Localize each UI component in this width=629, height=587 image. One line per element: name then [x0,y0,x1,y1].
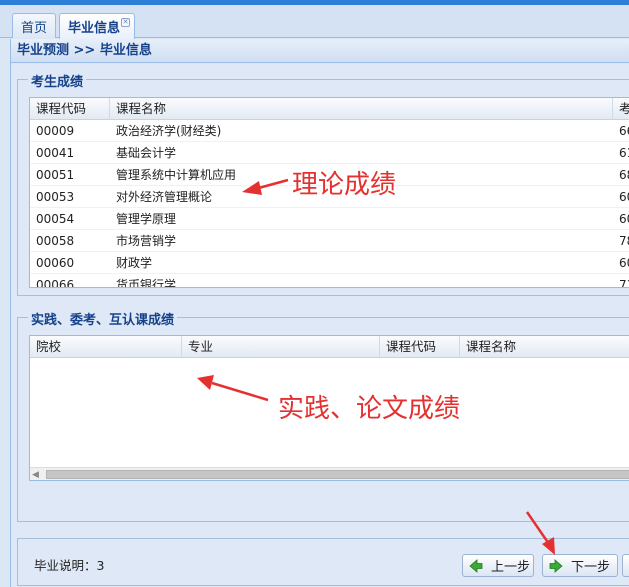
graduation-note: 毕业说明：3 [34,558,105,573]
tab-home-label: 首页 [20,20,47,36]
cell-course-code: 00053 [36,190,75,204]
cell-score: 73 [619,278,629,288]
cell-course-code: 00041 [36,146,75,160]
tab-home[interactable]: 首页 [12,13,56,38]
column-header-major[interactable]: 专业 [182,336,380,358]
column-header-school[interactable]: 院校 [30,336,182,358]
cell-score: 60 [619,190,629,204]
main-panel: 毕业预测 >> 毕业信息 考生成绩 课程代码 课程名称 考分 00009 政治经济… [10,39,629,587]
cell-course-code: 00060 [36,256,75,270]
breadcrumb: 毕业预测 >> 毕业信息 [11,39,629,63]
prev-step-label: 上一步 [491,560,531,575]
cell-score: 78 [619,234,629,248]
cell-score: 61 [619,146,629,160]
table-row[interactable]: 00009 政治经济学(财经类) 66 [30,120,629,142]
cell-course-code: 00051 [36,168,75,182]
table-row[interactable]: 00058 市场营销学 78 [30,230,629,252]
column-header-score[interactable]: 考分 [613,98,629,120]
cell-course-code: 00009 [36,124,75,138]
cell-course-code: 00054 [36,212,75,226]
cell-course-name: 基础会计学 [116,146,177,160]
cell-course-name: 政治经济学(财经类) [116,124,222,138]
theory-scores-title: 考生成绩 [28,71,87,90]
column-header-code[interactable]: 课程代码 [30,98,110,120]
tab-graduation-info-label: 毕业信息 [68,21,121,36]
cell-course-name: 市场营销学 [116,234,177,248]
cell-score: 68 [619,168,629,182]
grid-header: 课程代码 课程名称 考分 [30,98,629,120]
cell-course-name: 管理学原理 [116,212,177,226]
cell-course-name: 财政学 [116,256,153,270]
cell-course-code: 00066 [36,278,75,288]
green-left-arrow-icon [469,558,483,573]
cell-score: 60 [619,212,629,226]
column-header-name[interactable]: 课程名称 [110,98,613,120]
close-icon[interactable]: ✕ [121,18,130,27]
annotation-practice: 实践、论文成绩 [278,394,461,424]
cell-score: 60 [619,256,629,270]
annotation-theory: 理论成绩 [292,170,397,200]
grid-header: 院校 专业 课程代码 课程名称 [30,336,629,358]
graduation-note-box: 毕业说明：3 [17,538,629,586]
table-row[interactable]: 00041 基础会计学 61 [30,142,629,164]
cell-course-name: 货币银行学 [116,278,177,288]
horizontal-scrollbar[interactable]: ◀ [30,467,629,480]
theory-rows: 00009政治经济学(财经类)6600041基础会计学6100051管理系统中计… [30,120,629,288]
next-step-label: 下一步 [571,560,611,575]
next-step-button[interactable]: 下一步 [542,554,618,577]
cell-course-code: 00058 [36,234,75,248]
column-header-course-code[interactable]: 课程代码 [380,336,460,358]
scrollbar-thumb[interactable] [46,470,629,479]
table-row[interactable]: 00060 财政学 60 [30,252,629,274]
table-row[interactable]: 00066 货币银行学 73 [30,274,629,288]
tab-graduation-info[interactable]: 毕业信息 ✕ [59,13,135,39]
scroll-left-icon[interactable]: ◀ [32,470,39,480]
more-button[interactable] [622,554,629,577]
prev-step-button[interactable]: 上一步 [462,554,534,577]
practice-scores-title: 实践、委考、互认课成绩 [28,309,178,328]
table-row[interactable]: 00054 管理学原理 60 [30,208,629,230]
tab-strip: 首页 毕业信息 ✕ [0,5,629,39]
content-area: 考生成绩 课程代码 课程名称 考分 00009 政治经济学(财经类) 66 00041… [11,64,629,587]
green-right-arrow-icon [549,558,563,573]
cell-score: 66 [619,124,629,138]
column-header-course-name[interactable]: 课程名称 [460,336,629,358]
